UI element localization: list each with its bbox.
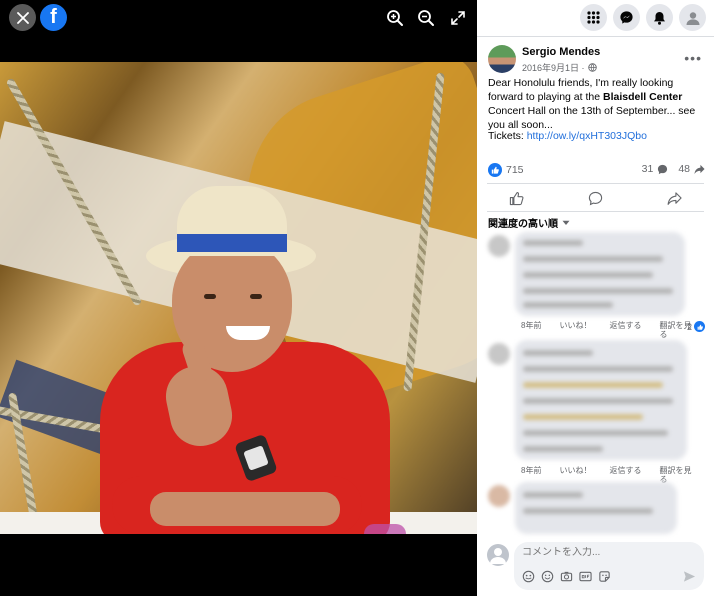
composer-tools (522, 570, 611, 583)
blurred-text (523, 366, 673, 372)
comment-avatar[interactable] (488, 343, 510, 365)
author-name[interactable]: Sergio Mendes (522, 46, 600, 58)
zoom-out-icon[interactable] (416, 8, 436, 28)
comment-reaction-number: 2 (686, 321, 692, 332)
blurred-text (523, 240, 583, 246)
engagement-counts[interactable]: 31 48 (642, 163, 705, 175)
blurred-text (523, 382, 663, 388)
comment-count-icon (658, 164, 668, 174)
like-count: 715 (506, 164, 524, 176)
comment-avatar[interactable] (488, 235, 510, 257)
post-panel: Sergio Mendes 2016年9月1日 · ••• Dear Honol… (477, 0, 714, 596)
blurred-text (523, 302, 613, 308)
globe-icon (587, 63, 597, 72)
top-nav (580, 4, 706, 31)
person-forearm (150, 492, 340, 526)
hat-band (177, 234, 287, 252)
comment-sort-label: 関連度の高い順 (488, 219, 558, 230)
zoom-in-icon[interactable] (385, 8, 405, 28)
author-avatar[interactable] (488, 45, 516, 73)
like-button-icon[interactable] (509, 191, 524, 206)
person-eye (250, 294, 262, 299)
share-count-icon (694, 164, 705, 174)
blurred-text (523, 272, 653, 278)
comment-avatar[interactable] (488, 485, 510, 507)
notifications-button[interactable] (646, 4, 673, 31)
facebook-logo[interactable]: f (40, 4, 67, 31)
comment-reply-link[interactable]: 返信する (609, 321, 641, 339)
share-button-icon[interactable] (667, 191, 682, 206)
blurred-text (523, 508, 653, 514)
blurred-text (523, 288, 673, 294)
tickets-label: Tickets: (488, 130, 527, 142)
vase (364, 524, 406, 534)
grid-menu-icon (587, 11, 600, 24)
account-button[interactable] (679, 4, 706, 31)
photo-viewer: f (0, 0, 477, 596)
divider (487, 183, 704, 184)
emoji-icon[interactable] (541, 570, 554, 583)
comment-like-link[interactable]: いいね！ (559, 321, 591, 339)
messenger-button[interactable] (613, 4, 640, 31)
blurred-text (523, 446, 603, 452)
sticker-icon[interactable] (598, 570, 611, 583)
divider (487, 211, 704, 212)
comment-meta: 8年前 いいね！ 返信する 翻訳を見る (521, 321, 693, 339)
like-reaction-icon (694, 321, 705, 332)
blurred-text (523, 430, 668, 436)
camera-icon[interactable] (560, 570, 573, 583)
person-eye (204, 294, 216, 299)
like-reaction-icon (488, 163, 502, 177)
messenger-icon (620, 11, 633, 24)
blurred-text (523, 492, 583, 498)
gif-icon[interactable] (579, 570, 592, 583)
composer-avatar[interactable] (487, 544, 509, 566)
share-count: 48 (678, 163, 690, 175)
blurred-text (523, 398, 673, 404)
facebook-logo-letter: f (50, 6, 57, 28)
fullscreen-icon[interactable] (448, 8, 468, 28)
more-options-button[interactable]: ••• (684, 50, 702, 66)
post-actions (477, 186, 714, 210)
post-text-part: Concert Hall on the 13th of September...… (488, 105, 696, 131)
tickets-line: Tickets: http://ow.ly/qxHT303JQbo (488, 130, 647, 142)
tickets-link[interactable]: http://ow.ly/qxHT303JQbo (527, 130, 647, 142)
blurred-text (523, 256, 663, 262)
comment-time[interactable]: 8年前 (521, 321, 541, 339)
blurred-text (523, 414, 643, 420)
comment-sort-dropdown[interactable]: 関連度の高い順 (488, 215, 570, 230)
reaction-summary[interactable]: 715 (488, 163, 524, 177)
more-icon: ••• (684, 50, 702, 66)
menu-button[interactable] (580, 4, 607, 31)
comment-button-icon[interactable] (588, 191, 603, 206)
post-date-text: 2016年9月1日 · (522, 63, 585, 73)
profile-icon (490, 548, 506, 564)
close-button[interactable] (9, 4, 36, 31)
close-icon (16, 11, 29, 24)
watch-face (243, 445, 269, 471)
comment-composer[interactable] (514, 542, 704, 590)
post-date[interactable]: 2016年9月1日 · (522, 61, 597, 74)
divider (477, 36, 714, 37)
post-photo[interactable] (0, 62, 477, 534)
post-text: Dear Honolulu friends, I'm really lookin… (488, 76, 710, 132)
comment-input[interactable] (522, 547, 692, 558)
avatar-sticker-icon[interactable] (522, 570, 535, 583)
bell-icon (654, 11, 665, 25)
send-icon[interactable] (683, 570, 696, 583)
profile-icon (686, 11, 699, 25)
chevron-down-icon (562, 220, 570, 225)
blurred-text (523, 350, 593, 356)
comment-reaction-count[interactable]: 2 (687, 321, 705, 332)
post-text-bold: Blaisdell Center (602, 91, 683, 103)
comment-count: 31 (641, 163, 654, 175)
